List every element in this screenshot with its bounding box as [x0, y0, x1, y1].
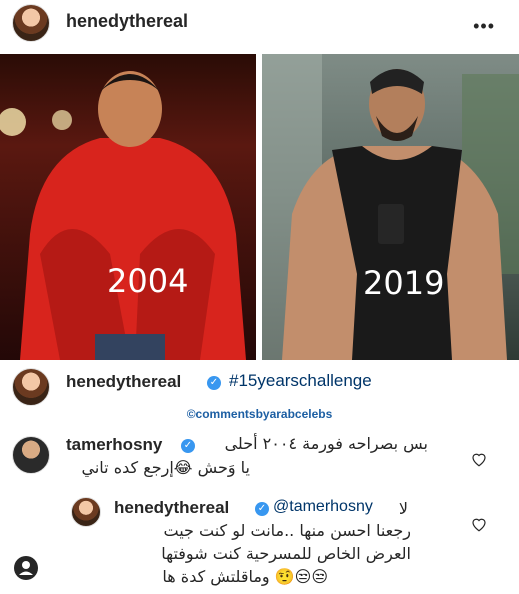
year-label-right: 2019 [363, 264, 445, 302]
caption-username[interactable]: henedythereal [66, 372, 181, 392]
more-horizontal-icon[interactable]: ••• [473, 16, 495, 37]
comment-henedythereal-reply: henedythereal ✓ @tamerhosny لا رجعنا احس… [0, 495, 519, 594]
reply-mention[interactable]: @tamerhosny [273, 498, 373, 516]
caption: henedythereal ✓ #15yearschallenge [0, 364, 519, 410]
reply-username[interactable]: henedythereal [114, 498, 229, 518]
verified-badge-icon: ✓ [181, 439, 195, 453]
comment-avatar[interactable] [12, 436, 50, 474]
reply-text-line3: 😒😒🤨 وماقلتش كدة ها [162, 567, 328, 586]
comment-tamerhosny: tamerhosny ✓ بس بصراحه فورمة ٢٠٠٤ أحلى ي… [0, 430, 519, 492]
year-label-left: 2004 [107, 262, 189, 300]
reply-text-line2: العرض الخاص للمسرحية كنت شوفتها [161, 544, 411, 563]
comment-username[interactable]: tamerhosny [66, 435, 162, 455]
comment-text-line2: يا وَحش 😂إرجع كده تاني [81, 458, 250, 477]
profile-icon[interactable] [14, 556, 38, 580]
heart-icon[interactable] [470, 515, 488, 533]
right-figure-illustration [262, 54, 519, 360]
verified-badge-icon: ✓ [255, 502, 269, 516]
comment-text-line1: بس بصراحه فورمة ٢٠٠٤ أحلى [224, 434, 428, 453]
header-username[interactable]: henedythereal [66, 11, 188, 32]
left-figure-illustration [0, 71, 246, 360]
caption-avatar[interactable] [12, 368, 50, 406]
photo-left-panel: 2004 [0, 54, 256, 360]
caption-hashtag[interactable]: #15yearschallenge [229, 371, 372, 391]
avatar[interactable] [12, 4, 50, 42]
post-image: 2004 2019 [0, 54, 519, 360]
photo-right-panel: 2019 [262, 54, 519, 360]
verified-badge-icon: ✓ [207, 376, 221, 390]
watermark: ©commentsbyarabcelebs [186, 407, 333, 421]
reply-avatar[interactable] [71, 497, 101, 527]
reply-prefix: لا [398, 499, 408, 518]
heart-icon[interactable] [470, 450, 488, 468]
reply-text-line1: رجعنا احسن منها ..مانت لو كنت جيت [163, 521, 412, 540]
post-header: henedythereal ••• [0, 0, 519, 44]
